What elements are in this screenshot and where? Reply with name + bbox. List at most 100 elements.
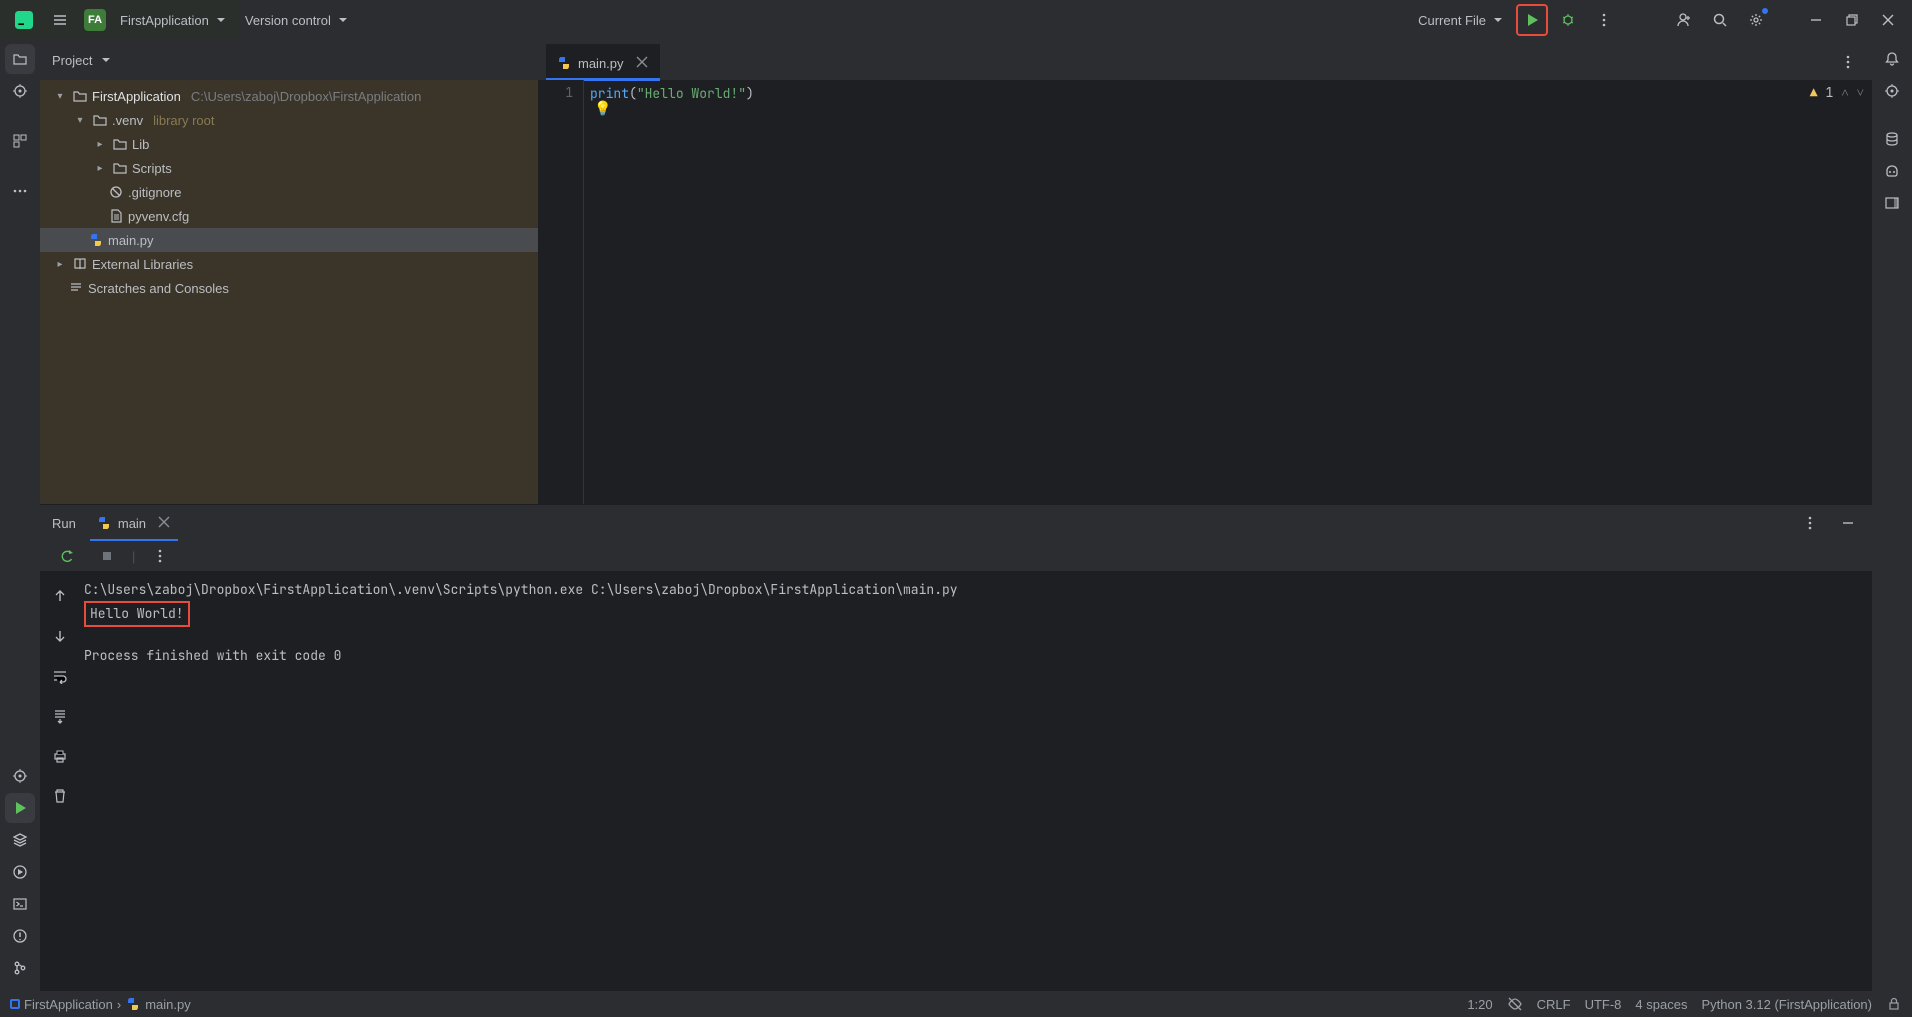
chevron-right-icon[interactable]: ▸	[52, 259, 68, 270]
folder-icon	[112, 136, 128, 152]
python-packages-button[interactable]	[5, 761, 35, 791]
ignored-icon	[108, 184, 124, 200]
breadcrumb-file: main.py	[145, 997, 191, 1012]
chevron-down-icon	[1490, 12, 1506, 28]
caret-position[interactable]: 1:20	[1467, 997, 1492, 1012]
scroll-to-end-button[interactable]	[45, 701, 75, 731]
chevron-down-icon	[335, 12, 351, 28]
python-console-button[interactable]	[5, 825, 35, 855]
close-tab-icon[interactable]	[634, 54, 650, 73]
window-restore-button[interactable]	[1836, 4, 1868, 36]
run-button[interactable]	[1516, 4, 1548, 36]
run-toolbar-more-button[interactable]	[145, 541, 175, 571]
run-panel-more-button[interactable]	[1794, 507, 1826, 539]
endpoints-button[interactable]	[1877, 188, 1907, 218]
console-line-output: Hello World!	[84, 601, 1872, 623]
run-tab-main[interactable]: main	[90, 505, 178, 541]
project-toolwindow-button[interactable]	[5, 44, 35, 74]
vcs-toolwindow-button[interactable]	[5, 953, 35, 983]
project-tree[interactable]: ▾ FirstApplication C:\Users\zaboj\Dropbo…	[40, 80, 538, 504]
down-stack-button[interactable]	[45, 621, 75, 651]
tree-gitignore[interactable]: .gitignore	[40, 180, 538, 204]
prev-highlight-icon[interactable]: ˄	[1841, 84, 1848, 101]
intention-bulb-icon[interactable]: 💡	[594, 100, 611, 118]
project-panel: Project ▾ FirstApplication C:\Users\zabo…	[40, 40, 538, 504]
project-name: FirstApplication	[120, 13, 209, 28]
code-line: print("Hello World!")	[590, 84, 1872, 104]
vcs-dropdown[interactable]: Version control	[239, 6, 357, 34]
project-dropdown[interactable]: FirstApplication	[114, 6, 235, 34]
tree-label: Lib	[132, 137, 149, 152]
file-encoding[interactable]: UTF-8	[1585, 997, 1622, 1012]
soft-wrap-button[interactable]	[45, 661, 75, 691]
chevron-down-icon[interactable]: ▾	[52, 91, 68, 102]
tree-path: C:\Users\zaboj\Dropbox\FirstApplication	[191, 89, 421, 104]
right-toolstrip	[1872, 40, 1912, 991]
run-toolwindow-button[interactable]	[5, 793, 35, 823]
chevron-right-icon[interactable]: ▸	[92, 139, 108, 150]
tree-label: pyvenv.cfg	[128, 209, 189, 224]
copilot-button[interactable]	[1877, 156, 1907, 186]
readonly-lock-icon[interactable]	[1886, 996, 1902, 1012]
code-with-me-button[interactable]	[1668, 4, 1700, 36]
commit-toolwindow-button[interactable]	[5, 76, 35, 106]
print-button[interactable]	[45, 741, 75, 771]
run-panel-hide-button[interactable]	[1832, 507, 1864, 539]
editor-tab-more-button[interactable]	[1832, 46, 1864, 78]
center-column: Project ▾ FirstApplication C:\Users\zabo…	[40, 40, 1872, 991]
vcs-label: Version control	[245, 13, 331, 28]
line-separator[interactable]: CRLF	[1537, 997, 1571, 1012]
clear-all-button[interactable]	[45, 781, 75, 811]
up-stack-button[interactable]	[45, 581, 75, 611]
more-toolwindows-button[interactable]	[5, 176, 35, 206]
run-config-dropdown[interactable]: Current File	[1412, 6, 1512, 34]
libraries-icon	[72, 256, 88, 272]
more-run-button[interactable]	[1588, 4, 1620, 36]
indent-setting[interactable]: 4 spaces	[1635, 997, 1687, 1012]
next-highlight-icon[interactable]: ˅	[1857, 84, 1864, 101]
tree-ext-libs[interactable]: ▸ External Libraries	[40, 252, 538, 276]
editor-tabbar: main.py	[538, 40, 1872, 80]
editor-body[interactable]: 1 print("Hello World!") 💡 ▲ 1 ˄ ˅	[538, 80, 1872, 504]
problems-toolwindow-button[interactable]	[5, 921, 35, 951]
notifications-button[interactable]	[1877, 44, 1907, 74]
tree-venv[interactable]: ▾ .venv library root	[40, 108, 538, 132]
tree-root[interactable]: ▾ FirstApplication C:\Users\zaboj\Dropbo…	[40, 84, 538, 108]
tree-main-py[interactable]: main.py	[40, 228, 538, 252]
tree-pyvenv[interactable]: pyvenv.cfg	[40, 204, 538, 228]
window-close-button[interactable]	[1872, 4, 1904, 36]
services-toolwindow-button[interactable]	[5, 857, 35, 887]
main-menu-button[interactable]	[44, 4, 76, 36]
settings-button[interactable]	[1740, 4, 1772, 36]
tab-label: main.py	[578, 56, 624, 71]
window-minimize-button[interactable]	[1800, 4, 1832, 36]
editor-inspection-widget[interactable]: ▲ 1 ˄ ˅	[1810, 84, 1864, 101]
line-number: 1	[538, 84, 573, 101]
readonly-toggle[interactable]	[1507, 996, 1523, 1012]
code-area[interactable]: print("Hello World!") 💡 ▲ 1 ˄ ˅	[584, 80, 1872, 504]
chevron-down-icon[interactable]	[98, 52, 114, 68]
breadcrumb[interactable]: FirstApplication › main.py	[10, 996, 191, 1012]
ai-assistant-button[interactable]	[1877, 76, 1907, 106]
stop-button[interactable]	[92, 541, 122, 571]
chevron-down-icon[interactable]: ▾	[72, 115, 88, 126]
tree-lib[interactable]: ▸ Lib	[40, 132, 538, 156]
file-icon	[108, 208, 124, 224]
pycharm-logo-icon[interactable]	[8, 4, 40, 36]
console-output[interactable]: C:\Users\zaboj\Dropbox\FirstApplication\…	[80, 571, 1872, 811]
debug-button[interactable]	[1552, 4, 1584, 36]
database-toolwindow-button[interactable]	[1877, 124, 1907, 154]
search-everywhere-button[interactable]	[1704, 4, 1736, 36]
structure-toolwindow-button[interactable]	[5, 126, 35, 156]
tree-scripts[interactable]: ▸ Scripts	[40, 156, 538, 180]
project-panel-header: Project	[40, 40, 538, 80]
terminal-toolwindow-button[interactable]	[5, 889, 35, 919]
chevron-right-icon[interactable]: ▸	[92, 163, 108, 174]
close-tab-icon[interactable]	[156, 514, 172, 533]
run-config-label: Current File	[1418, 13, 1486, 28]
editor-tab-main[interactable]: main.py	[546, 44, 660, 80]
rerun-button[interactable]	[52, 541, 82, 571]
run-tab-label: main	[118, 516, 146, 531]
tree-scratches[interactable]: Scratches and Consoles	[40, 276, 538, 300]
interpreter-selector[interactable]: Python 3.12 (FirstApplication)	[1701, 997, 1872, 1012]
